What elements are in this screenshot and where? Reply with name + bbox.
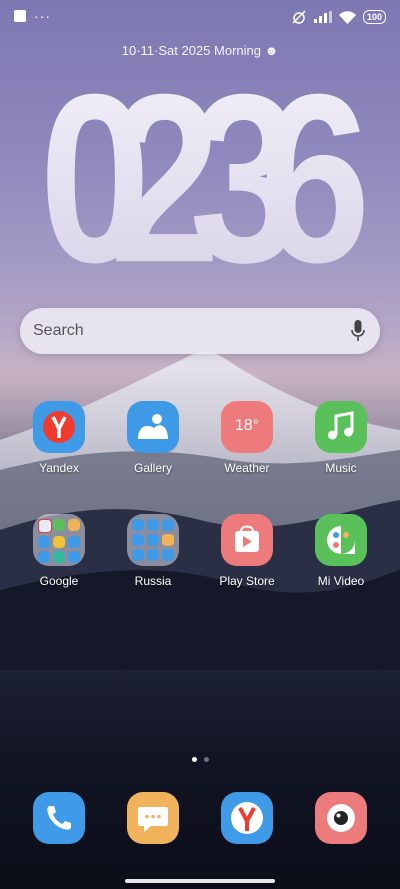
app-gallery[interactable]: Gallery [108, 401, 198, 475]
mi-video-icon [315, 514, 367, 566]
weather-icon: 18° [221, 401, 273, 453]
alarm-off-icon [292, 10, 306, 24]
wifi-icon [338, 10, 356, 24]
clock-digit: 6 [259, 56, 370, 276]
wallpaper-mountain [0, 352, 400, 670]
phone-icon [47, 806, 71, 830]
dock-yandex-browser[interactable] [221, 792, 273, 844]
play-store-icon [221, 514, 273, 566]
camera-icon [327, 804, 355, 832]
yandex-icon [33, 401, 85, 453]
signal-icon [313, 11, 332, 23]
app-weather[interactable]: 18° Weather [202, 401, 292, 475]
app-play-store[interactable]: Play Store [202, 514, 292, 588]
app-label: Google [39, 574, 79, 588]
dock-messages[interactable] [127, 792, 179, 844]
status-bar: ··· 100 [14, 8, 386, 28]
dock-camera[interactable] [315, 792, 367, 844]
app-label: Music [325, 461, 357, 475]
search-bar[interactable]: Search [20, 308, 380, 354]
gallery-icon [127, 401, 179, 453]
yandex-browser-icon [231, 802, 263, 834]
app-label: Gallery [133, 461, 172, 475]
more-notifications-icon: ··· [34, 8, 51, 24]
date-weather-line: 10·11·Sat 2025 Morning ☻ [121, 43, 279, 58]
app-label: Russia [134, 574, 172, 588]
microphone-icon[interactable] [351, 320, 365, 342]
battery-icon: 100 [362, 10, 386, 24]
search-placeholder: Search [33, 322, 84, 339]
music-note-icon [315, 401, 367, 453]
app-label: Play Store [219, 574, 275, 588]
folder-icon [33, 514, 85, 566]
app-music[interactable]: Music [296, 401, 386, 475]
app-label: Yandex [39, 461, 79, 475]
home-indicator[interactable] [125, 879, 275, 883]
weather-temperature: 18° [234, 417, 260, 434]
folder-russia[interactable]: Russia [108, 514, 198, 588]
notification-icon [14, 10, 26, 22]
message-icon [138, 807, 168, 832]
dock-phone[interactable] [33, 792, 85, 844]
app-yandex[interactable]: Yandex [14, 401, 104, 475]
folder-google[interactable]: Google [14, 514, 104, 588]
page-dot-active[interactable] [191, 757, 197, 762]
app-label: Weather [224, 461, 270, 475]
clock-widget[interactable]: 0 2 3 6 [0, 56, 400, 276]
page-dot[interactable] [203, 757, 209, 762]
folder-icon [127, 514, 179, 566]
app-label: Mi Video [317, 574, 365, 588]
page-indicator [0, 757, 400, 762]
app-mi-video[interactable]: Mi Video [296, 514, 386, 588]
